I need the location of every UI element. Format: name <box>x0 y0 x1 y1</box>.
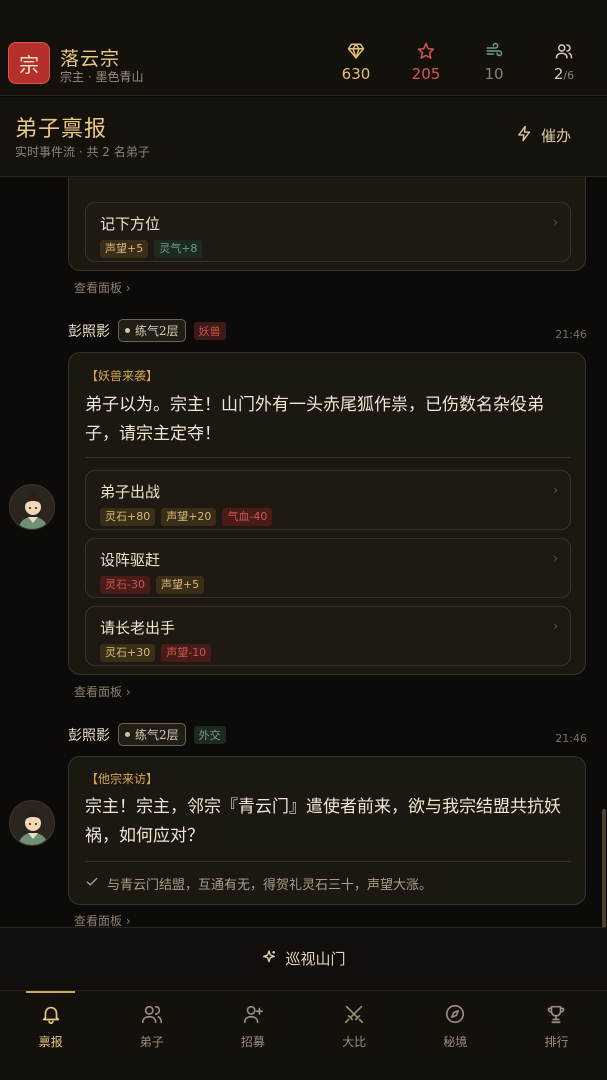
stat-spirit-stones[interactable]: 630 <box>326 42 386 83</box>
nav-label: 招募 <box>240 1035 265 1049</box>
nav-label: 大比 <box>342 1035 367 1049</box>
event-card: 【他宗来访】 宗主！宗主，邻宗『青云门』遣使者前来，欲与我宗结盟共抗妖祸，如何应… <box>68 756 586 905</box>
category-badge: 妖兽 <box>193 321 226 340</box>
option-title: 设阵驱赶 <box>100 551 161 569</box>
page-subtitle: 实时事件流 · 共 2 名弟子 <box>15 145 150 159</box>
divider <box>85 861 571 862</box>
chevron-right-icon: › <box>553 483 558 497</box>
page-title: 弟子禀报 <box>15 117 108 142</box>
nav-item-tournament[interactable]: 大比 <box>304 991 405 1080</box>
report-header: 弟子禀报 实时事件流 · 共 2 名弟子 催办 <box>0 97 607 177</box>
effect-tag: 灵石+30 <box>100 644 156 662</box>
effect-tag: 声望-10 <box>161 644 212 662</box>
effect-tag: 气血-40 <box>222 508 273 526</box>
patrol-label: 巡视山门 <box>285 950 346 968</box>
rank-badge: 练气2层 <box>118 319 186 342</box>
check-icon <box>85 875 99 893</box>
event-option[interactable]: 设阵驱赶 › 灵石-30 声望+5 <box>85 538 571 598</box>
stat-value: 630 <box>341 65 371 83</box>
nav-label: 弟子 <box>139 1035 164 1049</box>
disciples-icon <box>141 1003 163 1028</box>
stat-value: 2/6 <box>553 65 575 83</box>
disciple-avatar[interactable] <box>9 484 55 530</box>
view-panel-link[interactable]: 查看面板 › <box>74 279 131 296</box>
effect-tag: 声望+5 <box>155 576 205 594</box>
category-badge: 外交 <box>193 725 226 744</box>
nav-label: 排行 <box>544 1035 569 1049</box>
sect-name: 落云宗 <box>60 48 121 70</box>
star-icon <box>396 42 456 62</box>
disciple-avatar[interactable] <box>9 800 55 846</box>
disciple-name[interactable]: 彭照影 <box>68 321 110 341</box>
effect-tag: 灵石-30 <box>100 576 150 594</box>
nav-label: 秘境 <box>443 1035 468 1049</box>
event-result: 与青云门结盟，互通有无，得贺礼灵石三十，声望大涨。 <box>85 874 432 893</box>
sect-logo[interactable]: 宗 <box>8 42 50 84</box>
compass-icon <box>444 1003 466 1028</box>
swords-icon <box>343 1003 365 1028</box>
bottom-nav: 禀报 弟子 招募 大比 秘境 排行 <box>0 990 607 1080</box>
dot-icon <box>125 328 130 333</box>
stat-value: 205 <box>411 65 441 83</box>
chevron-right-icon: › <box>553 215 558 229</box>
option-title: 弟子出战 <box>100 483 161 501</box>
nav-item-ranking[interactable]: 排行 <box>506 991 607 1080</box>
chevron-right-icon: › <box>553 619 558 633</box>
result-text: 与青云门结盟，互通有无，得贺礼灵石三十，声望大涨。 <box>107 878 433 893</box>
urge-button[interactable]: 催办 <box>516 125 571 146</box>
dot-icon <box>125 732 130 737</box>
option-title: 记下方位 <box>100 215 161 233</box>
disciple-name[interactable]: 彭照影 <box>68 725 110 745</box>
event-time: 21:46 <box>555 732 587 745</box>
effect-tag: 灵气+8 <box>154 240 203 258</box>
chevron-right-icon: › <box>553 551 558 565</box>
event-tag: 【妖兽来袭】 <box>86 369 159 383</box>
urge-label: 催办 <box>540 127 571 145</box>
effect-tag: 灵石+80 <box>100 508 156 526</box>
effect-tag: 声望+20 <box>161 508 217 526</box>
users-icon <box>534 42 594 62</box>
nav-item-secret-realm[interactable]: 秘境 <box>405 991 506 1080</box>
event-text: 弟子以为。宗主！山门外有一头赤尾狐作祟，已伤数名杂役弟子，请宗主定夺！ <box>85 395 544 444</box>
event-option[interactable]: 记下方位 › 声望+5 灵气+8 <box>85 202 571 262</box>
rank-label: 练气2层 <box>135 324 179 338</box>
stat-spirit-qi[interactable]: 10 <box>464 42 524 83</box>
sparkle-icon <box>261 949 277 969</box>
recruit-icon <box>242 1003 264 1028</box>
wind-icon <box>464 42 524 62</box>
stat-prestige[interactable]: 205 <box>396 42 456 83</box>
sect-subtitle: 宗主 · 墨色青山 <box>60 70 144 84</box>
divider <box>85 457 571 458</box>
event-card: 【妖兽来袭】 弟子以为。宗主！山门外有一头赤尾狐作祟，已伤数名杂役弟子，请宗主定… <box>68 352 586 675</box>
effect-tag: 声望+5 <box>100 240 149 258</box>
scrollbar[interactable] <box>602 809 606 927</box>
option-title: 请长老出手 <box>100 619 176 637</box>
event-time: 21:46 <box>555 328 587 341</box>
bell-icon <box>40 1003 62 1028</box>
event-option[interactable]: 请长老出手 › 灵石+30 声望-10 <box>85 606 571 666</box>
event-option[interactable]: 弟子出战 › 灵石+80 声望+20 气血-40 <box>85 470 571 530</box>
patrol-button[interactable]: 巡视山门 <box>0 927 607 989</box>
view-panel-link[interactable]: 查看面板 › <box>74 912 131 927</box>
rank-label: 练气2层 <box>135 728 179 742</box>
poster-row: 彭照影 练气2层 外交 <box>68 723 226 746</box>
view-panel-link[interactable]: 查看面板 › <box>74 683 131 700</box>
trophy-icon <box>545 1003 567 1028</box>
event-feed[interactable]: 灵石+150 声望+10 记下方位 › 声望+5 灵气+8 查看面板 › 彭照影… <box>0 177 607 927</box>
stat-disciples[interactable]: 2/6 <box>534 42 594 83</box>
nav-label: 禀报 <box>38 1035 63 1049</box>
event-text: 宗主！宗主，邻宗『青云门』遣使者前来，欲与我宗结盟共抗妖祸，如何应对？ <box>85 797 561 846</box>
stat-value: 10 <box>484 65 504 83</box>
diamond-icon <box>326 42 386 62</box>
rank-badge: 练气2层 <box>118 723 186 746</box>
nav-item-recruit[interactable]: 招募 <box>202 991 303 1080</box>
nav-item-report[interactable]: 禀报 <box>0 991 101 1080</box>
lightning-icon <box>516 125 533 146</box>
nav-item-disciples[interactable]: 弟子 <box>101 991 202 1080</box>
event-card: 灵石+150 声望+10 记下方位 › 声望+5 灵气+8 <box>68 177 586 271</box>
top-bar: 宗 落云宗 宗主 · 墨色青山 630 205 10 2/6 <box>0 0 607 96</box>
poster-row: 彭照影 练气2层 妖兽 <box>68 319 226 342</box>
event-tag: 【他宗来访】 <box>86 772 159 786</box>
